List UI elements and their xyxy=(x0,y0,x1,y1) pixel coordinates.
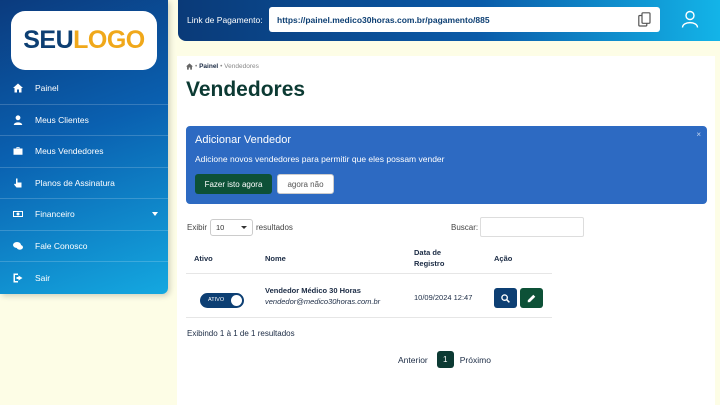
toggle-label: ATIVO xyxy=(208,297,225,303)
table-info: Exibindo 1 à 1 de 1 resultados xyxy=(187,329,295,338)
search-input[interactable] xyxy=(480,217,585,237)
sidebar-nav: Painel Meus Clientes Meus Vendedores Pla… xyxy=(0,73,168,294)
user-icon xyxy=(13,115,23,125)
header-date[interactable]: Data de Registro xyxy=(414,247,444,269)
home-icon[interactable] xyxy=(186,63,193,70)
edit-button[interactable] xyxy=(520,288,543,308)
logo-part1: SEU xyxy=(23,26,74,54)
sidebar-item-meus-clientes[interactable]: Meus Clientes xyxy=(0,105,168,136)
breadcrumb-separator: • xyxy=(195,63,198,70)
header-status[interactable]: Ativo xyxy=(194,253,213,264)
payment-link-field[interactable]: https://painel.medico30horas.com.br/paga… xyxy=(269,7,660,32)
close-icon[interactable]: × xyxy=(696,130,701,139)
chevron-down-icon xyxy=(241,226,248,229)
sidebar: SEU LOGO Painel Meus Clientes Meus Vended… xyxy=(0,0,168,294)
search-label: Buscar: xyxy=(451,222,479,232)
row-divider xyxy=(186,317,552,318)
page-size-value: 10 xyxy=(216,223,225,232)
header-name[interactable]: Nome xyxy=(265,253,286,264)
sidebar-item-label: Fale Conosco xyxy=(35,240,88,251)
sidebar-item-sair[interactable]: Sair xyxy=(0,262,168,294)
sidebar-item-label: Planos de Assinatura xyxy=(35,177,115,188)
sidebar-item-financeiro[interactable]: Financeiro xyxy=(0,199,168,231)
sidebar-item-label: Financeiro xyxy=(35,209,75,220)
header-action: Ação xyxy=(494,254,513,263)
alert-text: Adicione novos vendedores para permitir … xyxy=(195,154,445,164)
main-content: • Painel • Vendedores Vendedores Adicion… xyxy=(177,56,715,405)
breadcrumb-home[interactable]: Painel xyxy=(199,63,218,70)
sidebar-item-label: Sair xyxy=(35,272,51,283)
payment-link-label: Link de Pagamento: xyxy=(187,15,263,25)
show-label: Exibir xyxy=(187,223,208,232)
view-button[interactable] xyxy=(494,288,517,308)
sidebar-item-label: Painel xyxy=(35,83,59,94)
next-page-link[interactable]: Próximo xyxy=(460,355,491,365)
seller-email: vendedor@medico30horas.com.br xyxy=(265,297,381,306)
header-date-line2: Registro xyxy=(414,259,445,268)
current-page-button[interactable]: 1 xyxy=(436,351,454,368)
pencil-icon xyxy=(527,294,536,302)
page-size-select[interactable]: 10 xyxy=(210,219,254,236)
chat-icon xyxy=(13,241,23,251)
breadcrumb-separator: • xyxy=(220,63,223,70)
breadcrumb-current: Vendedores xyxy=(224,63,259,70)
toggle-knob xyxy=(231,295,242,306)
do-it-now-button[interactable]: Fazer isto agora xyxy=(195,174,272,194)
page-title: Vendedores xyxy=(186,78,306,101)
seller-name: Vendedor Médico 30 Horas xyxy=(265,286,361,295)
sign-out-icon xyxy=(13,273,23,283)
sidebar-item-label: Meus Clientes xyxy=(35,114,89,125)
hand-pointer-icon xyxy=(13,178,23,188)
home-icon xyxy=(13,83,23,93)
add-seller-alert: Adicionar Vendedor × Adicione novos vend… xyxy=(186,126,707,204)
briefcase-icon xyxy=(13,146,23,156)
sidebar-item-painel[interactable]: Painel xyxy=(0,73,168,105)
user-profile-icon[interactable] xyxy=(681,10,699,28)
table-search: Buscar: xyxy=(451,217,585,237)
header-divider xyxy=(186,273,552,274)
sidebar-item-meus-vendedores[interactable]: Meus Vendedores xyxy=(0,136,168,168)
chevron-down-icon xyxy=(152,212,158,216)
top-bar: Link de Pagamento: https://painel.medico… xyxy=(178,0,720,41)
header-date-line1: Data de xyxy=(414,248,442,257)
alert-title: Adicionar Vendedor xyxy=(195,134,292,146)
pagination: Anterior 1 Próximo xyxy=(398,351,491,368)
sidebar-item-label: Meus Vendedores xyxy=(35,146,104,157)
copy-icon[interactable] xyxy=(638,12,651,27)
active-toggle[interactable]: ATIVO xyxy=(200,293,244,308)
logo[interactable]: SEU LOGO xyxy=(11,11,157,70)
logo-part2: LOGO xyxy=(73,26,145,54)
payment-link-url[interactable]: https://painel.medico30horas.com.br/paga… xyxy=(277,15,490,25)
table-length-control: Exibir 10 resultados xyxy=(187,219,293,236)
previous-page-link[interactable]: Anterior xyxy=(398,355,428,365)
not-now-button[interactable]: agora não xyxy=(277,174,334,194)
breadcrumb: • Painel • Vendedores xyxy=(186,63,259,70)
sidebar-item-fale-conosco[interactable]: Fale Conosco xyxy=(0,231,168,262)
registration-date: 10/09/2024 12:47 xyxy=(414,293,473,302)
search-icon xyxy=(501,293,510,303)
results-label: resultados xyxy=(256,223,293,232)
sidebar-item-planos-de-assinatura[interactable]: Planos de Assinatura xyxy=(0,168,168,199)
money-icon xyxy=(13,209,23,219)
